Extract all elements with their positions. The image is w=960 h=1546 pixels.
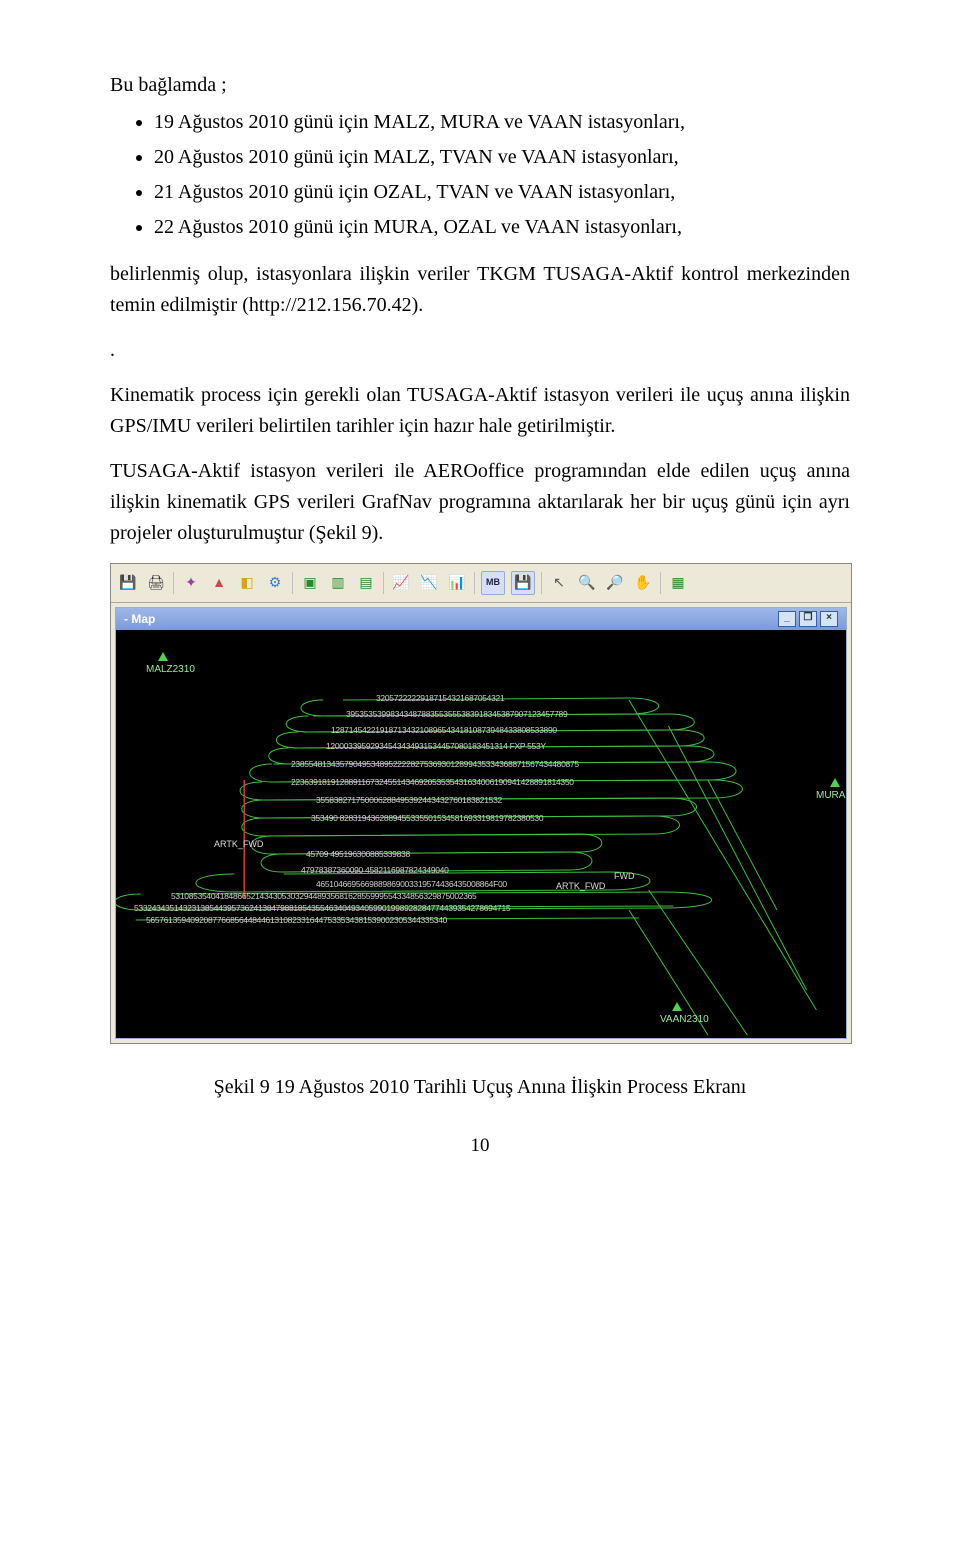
numline: 47978387360090 4582116987824349040	[301, 864, 449, 877]
numline: 2385548134357904953489522228275369301289…	[291, 758, 579, 771]
paragraph-kinematic: Kinematik process için gerekli olan TUSA…	[110, 380, 850, 442]
graph2-icon[interactable]: 📉	[418, 572, 440, 594]
window-buttons: _ ❐ ×	[778, 611, 838, 627]
toolbar-separator	[474, 572, 475, 594]
grid-icon[interactable]: ▦	[667, 572, 689, 594]
config-icon[interactable]: ✦	[180, 572, 202, 594]
numline: 45709 495196300885339838	[306, 848, 410, 861]
toolbar-separator	[173, 572, 174, 594]
zoom-in-icon[interactable]: 🔍	[576, 572, 598, 594]
fwd-right-label: FWD	[614, 870, 635, 884]
flag3-icon[interactable]: ▤	[355, 572, 377, 594]
station-label-vaan: VAAN2310	[660, 1012, 709, 1028]
toolbar-separator	[541, 572, 542, 594]
numline: 353490 828319436288945533550153458169331…	[311, 812, 543, 825]
app-toolbar: 💾 🖨 ✦ ▲ ◧ ⚙ ▣ ▥ ▤ 📈 📉 📊 MB 💾 ↖ 🔍 🔎 ✋ ▦	[111, 564, 851, 603]
document-page: Bu bağlamda ; 19 Ağustos 2010 günü için …	[0, 0, 960, 1220]
map-window: - Map _ ❐ ×	[115, 607, 847, 1039]
mb-icon[interactable]: MB	[481, 571, 505, 595]
flag1-icon[interactable]: ▣	[299, 572, 321, 594]
numline: 32057222229187154321687054321	[376, 692, 504, 705]
numline: 1287145422191871343210896543418108739484…	[331, 724, 557, 737]
toolbar-separator	[292, 572, 293, 594]
minimize-button[interactable]: _	[778, 611, 796, 627]
save-icon[interactable]: 💾	[117, 572, 139, 594]
numline: 2236391819128891167324551434692053535431…	[291, 776, 574, 789]
figure-caption: Şekil 9 19 Ağustos 2010 Tarihli Uçuş Anı…	[110, 1072, 850, 1103]
toolbar-separator	[660, 572, 661, 594]
toolbar-separator	[383, 572, 384, 594]
pan-icon[interactable]: ✋	[632, 572, 654, 594]
layers-icon[interactable]: ◧	[236, 572, 258, 594]
maximize-button[interactable]: ❐	[799, 611, 817, 627]
artk-fwd-mid-label: ARTK_FWD	[556, 880, 605, 894]
artk-fwd-label: ARTK_FWD	[214, 838, 263, 852]
bullet-list: 19 Ağustos 2010 günü için MALZ, MURA ve …	[110, 107, 850, 243]
disk-save-icon[interactable]: 💾	[511, 571, 535, 595]
station-tri-malz	[158, 652, 168, 661]
flag2-icon[interactable]: ▥	[327, 572, 349, 594]
station-tri-vaan	[672, 1002, 682, 1011]
bullet-item: 20 Ağustos 2010 günü için MALZ, TVAN ve …	[154, 142, 850, 173]
bullet-item: 19 Ağustos 2010 günü için MALZ, MURA ve …	[154, 107, 850, 138]
numline: 3558382717500062884953924434327601838215…	[316, 794, 502, 807]
grafnav-screenshot: 💾 🖨 ✦ ▲ ◧ ⚙ ▣ ▥ ▤ 📈 📉 📊 MB 💾 ↖ 🔍 🔎 ✋ ▦	[110, 563, 852, 1044]
pointer-icon[interactable]: ↖	[548, 572, 570, 594]
numline: 1200033959293454343493153445708018345131…	[326, 740, 546, 753]
paragraph-source: belirlenmiş olup, istasyonlara ilişkin v…	[110, 259, 850, 321]
map-canvas[interactable]: MALZ2310 MURA231 VAAN2310 ARTK_FWD ARTK_…	[116, 630, 846, 1038]
paragraph-grafnav: TUSAGA-Aktif istasyon verileri ile AEROo…	[110, 456, 850, 549]
print-icon[interactable]: 🖨	[145, 572, 167, 594]
intro-line: Bu bağlamda ;	[110, 70, 850, 101]
graph3-icon[interactable]: 📊	[446, 572, 468, 594]
graph1-icon[interactable]: 📈	[390, 572, 412, 594]
process-icon[interactable]: ⚙	[264, 572, 286, 594]
bullet-item: 22 Ağustos 2010 günü için MURA, OZAL ve …	[154, 212, 850, 243]
station-tri-mura	[830, 778, 840, 787]
plot-icon[interactable]: ▲	[208, 572, 230, 594]
map-title-text: - Map	[124, 610, 155, 629]
numline: 5657613594092087766856448446131082331644…	[146, 914, 447, 927]
close-button[interactable]: ×	[820, 611, 838, 627]
bullet-item: 21 Ağustos 2010 günü için OZAL, TVAN ve …	[154, 177, 850, 208]
page-number: 10	[110, 1131, 850, 1160]
station-label-malz: MALZ2310	[146, 662, 195, 678]
numline: 3953535399834348788355355538391834538790…	[346, 708, 567, 721]
station-label-mura: MURA231	[816, 788, 847, 804]
map-titlebar: - Map _ ❐ ×	[116, 608, 846, 630]
zoom-out-icon[interactable]: 🔎	[604, 572, 626, 594]
stray-dot: .	[110, 335, 850, 366]
